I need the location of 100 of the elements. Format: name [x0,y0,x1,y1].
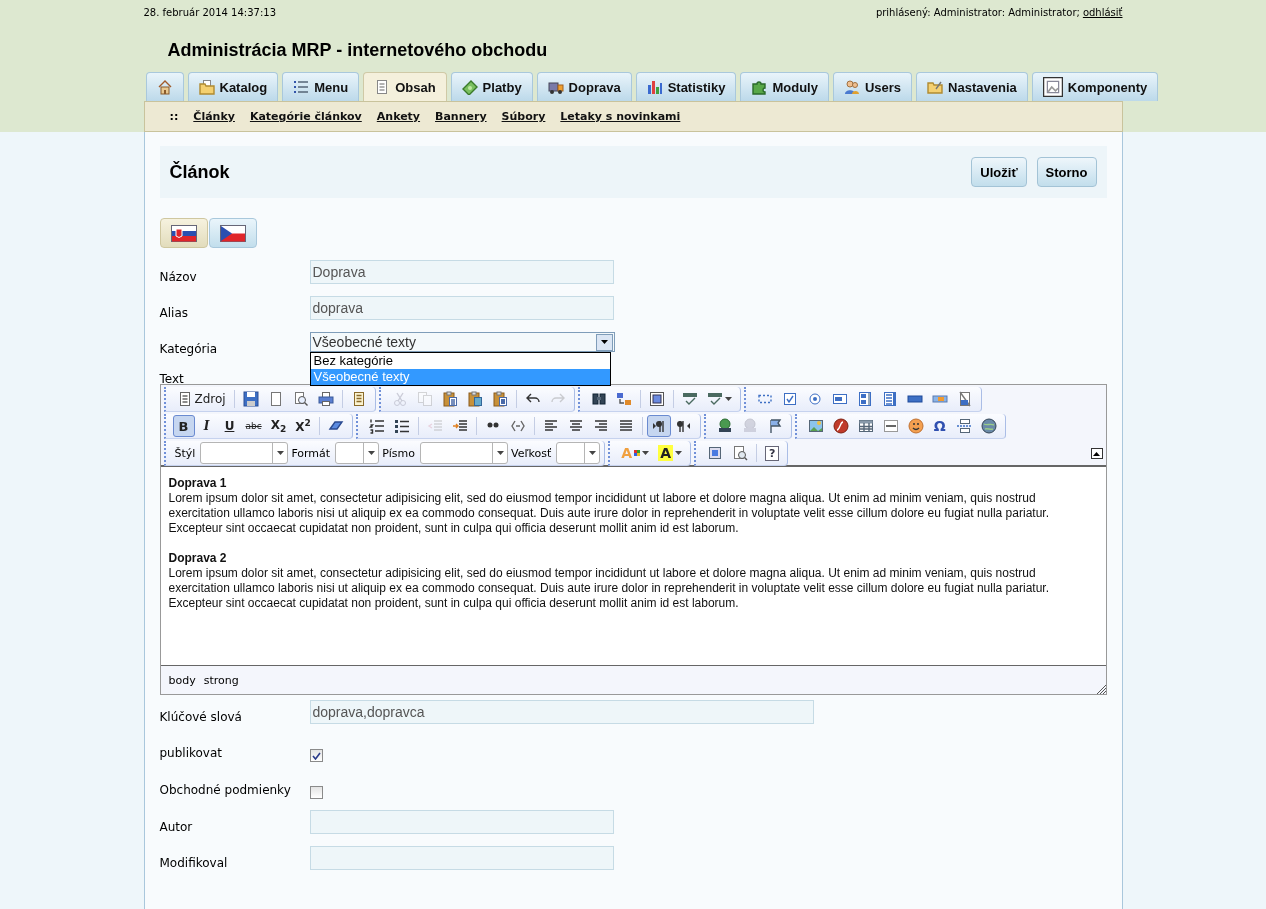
align-center-icon [567,418,584,434]
dropdown-option[interactable]: Bez kategórie [310,353,610,369]
puzzle-icon [751,79,768,95]
caret-icon [600,340,608,344]
field-label: Obchodné podmienky [159,782,292,797]
list-box-icon [881,391,898,407]
nav-tab[interactable]: Moduly [740,72,829,101]
language-button[interactable] [208,218,257,248]
textarea-icon [856,391,873,407]
globe-chain-icon [741,418,758,434]
collapse-toolbar-button[interactable] [1090,448,1103,459]
text-field[interactable] [309,810,614,834]
field-label: Kategória [159,341,219,356]
subscript-button[interactable]: X$_{2}$ [266,415,291,437]
scissors-icon [391,391,408,407]
page-break-icon [955,418,972,434]
bold-button[interactable]: B [172,415,195,437]
replace-icon [615,391,632,407]
clipboard-icon [441,391,458,407]
spelling-icon [681,391,698,407]
language-button[interactable] [159,218,208,248]
numbered-list-icon [368,418,385,434]
maximize-icon [707,445,724,461]
banknote-icon [461,79,478,95]
image-document-icon [1042,77,1063,97]
outdent-icon [426,418,443,434]
page-magnifier-icon [292,391,309,407]
clipboard-icon [491,391,508,407]
subnav-marker: :: [169,110,179,123]
swirl-disc-icon [832,418,849,434]
nav-tab[interactable]: Obsah [363,72,447,101]
field-label: Autor [159,819,194,834]
element-path-item[interactable]: body [168,673,196,687]
nav-tab[interactable]: Komponenty [1031,72,1159,101]
italic-button[interactable]: I [195,415,218,437]
people-icon [843,79,860,95]
subnav-link[interactable]: Ankety [376,110,421,123]
align-left-icon [542,418,559,434]
category-select[interactable]: Všeobecné texty [309,332,615,352]
text-field[interactable] [309,846,614,870]
paragraph-heading: Doprava 2 [168,551,228,566]
superscript-button[interactable]: X$^{2}$ [291,415,315,437]
logout-link[interactable]: odhlásiť [1082,7,1123,21]
paragraph-right-icon [650,418,667,434]
nav-tab[interactable]: Platby [450,72,533,101]
text-field[interactable]: Doprava [309,260,614,284]
login-info: prihlásený: Administrator: Administrator; [875,7,1080,20]
brackets-icon [509,418,526,434]
subnav-link[interactable]: Letaky s novinkami [560,110,681,123]
text-field[interactable]: doprava [309,296,614,320]
nav-tab[interactable]: Katalog [187,72,279,101]
checkmark-icon [311,751,321,760]
folder-icon [198,79,215,95]
dotted-ring-icon [806,391,823,407]
date-time: 28. február 2014 14:37:13 [143,7,276,20]
caret-icon [276,451,284,455]
editor-content[interactable] [160,465,1106,665]
subnav-link[interactable]: Články [193,110,235,123]
paragraph-left-icon [675,418,692,434]
background-color-button[interactable]: A [654,442,687,464]
text-field[interactable]: doprava,dopravca [309,700,814,724]
caret-icon [642,451,650,455]
nav-tab[interactable]: Statistiky [635,72,737,101]
subnav-link[interactable]: Súbory [501,110,546,123]
field-label: Názov [159,269,198,284]
home-tab[interactable] [145,72,184,101]
underline-button[interactable]: U [218,415,241,437]
element-path-item[interactable]: strong [203,673,239,687]
nav-tab[interactable]: Menu [282,72,360,101]
color-squares-icon [634,450,641,456]
nav-tab[interactable]: Users [832,72,913,101]
caret-icon [724,397,732,401]
left-to-right-button[interactable] [646,415,671,437]
select-all-icon [648,391,665,407]
action-button[interactable]: Storno [1036,157,1097,187]
action-button[interactable]: Uložiť [971,157,1027,187]
field-label: Klúčové slová [159,709,243,724]
folder-wrench-icon [927,79,944,95]
checkbox[interactable] [309,749,323,762]
special-character-button[interactable]: Ω [928,415,951,437]
nav-tab[interactable]: Doprava [536,72,632,101]
truck-icon [547,79,564,95]
combo-label: Veľkosť [511,446,552,460]
flag-icon [219,224,246,242]
subnav-link[interactable]: Bannery [435,110,487,123]
list-icon [293,79,310,95]
combo-label: Formát [291,446,331,460]
paragraph: Lorem ipsum dolor sit amet, consectetur adipisicing elit, sed do eiusmod tempor incididunt ut labore et dolore magna aliqua. Ut enim ad minim veniam, quis nostrud exercitation ullamco laboris nisi ut aliquip ex ea commodo consequat. Duis aute irure dolor in reprehenderit in voluptate velit esse cillum dolore eu fugiat nulla pariatur. Excepteur sint occaecat cupidatat non proident, sunt in culpa qui officia deserunt mollit anim id est laborum. [168,566,1050,611]
nav-tab[interactable]: Nastavenia [916,72,1028,101]
paragraph: Lorem ipsum dolor sit amet, consectetur adipisicing elit, sed do eiusmod tempor incididunt ut labore et dolore magna aliqua. Ut enim ad minim veniam, quis nostrud exercitation ullamco laboris nisi ut aliquip ex ea commodo consequat. Duis aute irure dolor in reprehenderit in voluptate velit esse cillum dolore eu fugiat nulla pariatur. Excepteur sint occaecat cupidatat non proident, sunt in culpa qui officia deserunt mollit anim id est laborum. [168,491,1050,536]
field-label: Alias [159,305,189,320]
checkbox[interactable] [309,786,323,799]
strikethrough-button[interactable]: abc [241,415,266,437]
spelling-icon [706,391,723,407]
subnav-link[interactable]: Kategórie článkov [249,110,362,123]
combo-label: Písmo [382,446,415,460]
marked-square-icon [781,391,798,407]
binoculars-icon [590,391,607,407]
field-label: publikovat [159,745,224,760]
page-corner-icon [956,391,973,407]
